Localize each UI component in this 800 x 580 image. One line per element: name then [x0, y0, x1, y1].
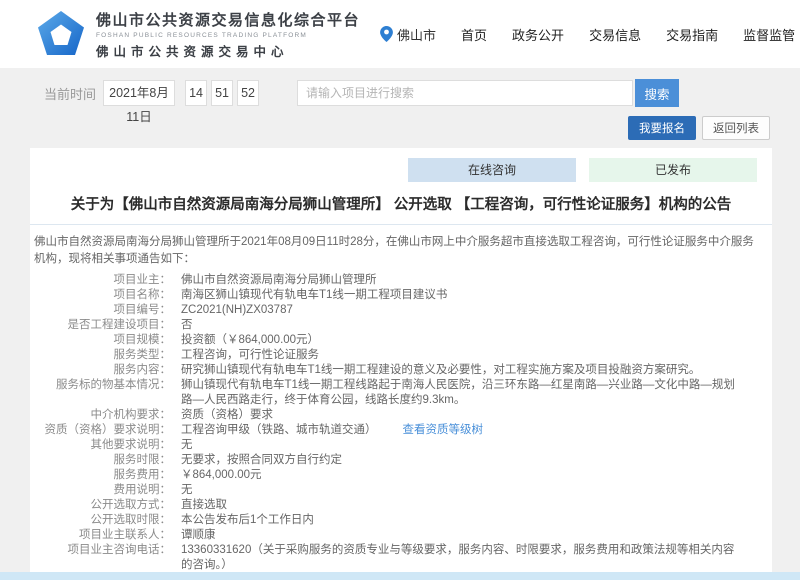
main-nav: 首页政务公开交易信息交易指南监督监管数据统计互动交流	[436, 25, 800, 44]
hour-box: 14	[185, 80, 207, 106]
field-value: 13360331620（关于采购服务的资质专业与等级要求，服务内容、时限要求，服…	[181, 543, 772, 573]
field-row: 服务标的物基本情况： 狮山镇现代有轨电车T1线一期工程线路起于南海人民医院，沿三环…	[30, 378, 772, 408]
field-label: 资质（资格）要求说明：	[30, 423, 171, 438]
brand-subtitle-en: FOSHAN PUBLIC RESOURCES TRADING PLATFORM	[96, 32, 360, 39]
field-label: 项目业主联系人：	[30, 528, 171, 543]
field-row: 中介机构要求： 资质（资格）要求	[30, 408, 772, 423]
field-label: 中介机构要求：	[30, 408, 171, 423]
field-label: 服务类型：	[30, 348, 171, 363]
field-label: 项目编号：	[30, 303, 171, 318]
field-label: 项目规模：	[30, 333, 171, 348]
field-row: 资质（资格）要求说明： 工程咨询甲级（铁路、城市轨道交通）查看资质等级树	[30, 423, 772, 438]
notice-intro: 佛山市自然资源局南海分局狮山管理所于2021年08月09日11时28分，在佛山市…	[34, 234, 764, 267]
field-label: 其他要求说明：	[30, 438, 171, 453]
field-row: 项目业主联系人： 谭顺康	[30, 528, 772, 543]
current-time-label: 当前时间	[44, 84, 96, 103]
field-row: 费用说明： 无	[30, 483, 772, 498]
city-selector[interactable]: 佛山市	[380, 25, 436, 44]
field-value: 佛山市自然资源局南海分局狮山管理所	[181, 273, 772, 288]
project-search-input[interactable]	[297, 80, 633, 106]
city-label: 佛山市	[397, 25, 436, 44]
brand-block: 佛山市公共资源交易信息化综合平台 FOSHAN PUBLIC RESOURCES…	[96, 9, 360, 60]
header: 佛山市公共资源交易信息化综合平台 FOSHAN PUBLIC RESOURCES…	[0, 0, 800, 68]
field-row: 其他要求说明： 无	[30, 438, 772, 453]
qualification-tree-link[interactable]: 查看资质等级树	[403, 424, 484, 436]
tab-published[interactable]: 已发布	[589, 158, 757, 182]
field-value: 投资额（￥864,000.00元）	[181, 333, 772, 348]
field-value: 无	[181, 438, 772, 453]
nav-item-0[interactable]: 首页	[461, 25, 487, 44]
field-label: 公开选取方式：	[30, 498, 171, 513]
notice-card: 在线咨询 已发布 关于为【佛山市自然资源局南海分局狮山管理所】 公开选取 【工程…	[30, 148, 772, 580]
field-value: ZC2021(NH)ZX03787	[181, 303, 772, 318]
field-value: 南海区狮山镇现代有轨电车T1线一期工程项目建议书	[181, 288, 772, 303]
field-row: 服务时限： 无要求，按照合同双方自行约定	[30, 453, 772, 468]
field-row: 项目业主咨询电话： 13360331620（关于采购服务的资质专业与等级要求，服务…	[30, 543, 772, 573]
field-row: 服务费用： ￥864,000.00元	[30, 468, 772, 483]
field-row: 项目规模： 投资额（￥864,000.00元）	[30, 333, 772, 348]
signup-button[interactable]: 我要报名	[628, 116, 696, 140]
title-divider	[30, 224, 772, 225]
field-value: ￥864,000.00元	[181, 468, 772, 483]
field-value: 无	[181, 483, 772, 498]
field-value: 谭顺康	[181, 528, 772, 543]
action-buttons: 我要报名 返回列表	[0, 116, 800, 140]
field-value: 资质（资格）要求	[181, 408, 772, 423]
field-row: 公开选取时限： 本公告发布后1个工作日内	[30, 513, 772, 528]
field-label: 公开选取时限：	[30, 513, 171, 528]
back-to-list-button[interactable]: 返回列表	[702, 116, 770, 140]
nav-item-4[interactable]: 监督监管	[743, 25, 795, 44]
field-label: 项目业主：	[30, 273, 171, 288]
notice-title: 关于为【佛山市自然资源局南海分局狮山管理所】 公开选取 【工程咨询，可行性论证服…	[30, 193, 772, 214]
field-label: 费用说明：	[30, 483, 171, 498]
field-label: 是否工程建设项目：	[30, 318, 171, 333]
field-row: 是否工程建设项目： 否	[30, 318, 772, 333]
page: 佛山市公共资源交易信息化综合平台 FOSHAN PUBLIC RESOURCES…	[0, 0, 800, 580]
time-search-toolbar: 当前时间 2021年8月11日 14 51 52 搜索	[0, 79, 800, 107]
field-value: 研究狮山镇现代有轨电车T1线一期工程建设的意义及必要性，对工程实施方案及项目投融…	[181, 363, 772, 378]
field-value: 本公告发布后1个工作日内	[181, 513, 772, 528]
nav-item-1[interactable]: 政务公开	[512, 25, 564, 44]
field-row: 服务内容： 研究狮山镇现代有轨电车T1线一期工程建设的意义及必要性，对工程实施方案…	[30, 363, 772, 378]
second-box: 52	[237, 80, 259, 106]
field-label: 服务费用：	[30, 468, 171, 483]
field-value: 否	[181, 318, 772, 333]
field-row: 服务类型： 工程咨询，可行性论证服务	[30, 348, 772, 363]
status-tabs: 在线咨询 已发布	[30, 148, 772, 182]
field-value: 工程咨询甲级（铁路、城市轨道交通）查看资质等级树	[181, 423, 772, 438]
field-label: 服务时限：	[30, 453, 171, 468]
location-pin-icon	[380, 26, 393, 42]
brand-title: 佛山市公共资源交易信息化综合平台	[96, 9, 360, 30]
field-row: 项目名称： 南海区狮山镇现代有轨电车T1线一期工程项目建议书	[30, 288, 772, 303]
field-value: 无要求，按照合同双方自行约定	[181, 453, 772, 468]
pentagon-logo-icon[interactable]	[36, 9, 86, 59]
field-value: 直接选取	[181, 498, 772, 513]
field-value: 狮山镇现代有轨电车T1线一期工程线路起于南海人民医院，沿三环东路—红星南路—兴业…	[181, 378, 772, 408]
field-label: 项目业主咨询电话：	[30, 543, 171, 573]
field-label: 服务标的物基本情况：	[30, 378, 171, 408]
field-row: 项目编号： ZC2021(NH)ZX03787	[30, 303, 772, 318]
field-label: 服务内容：	[30, 363, 171, 378]
field-row: 公开选取方式： 直接选取	[30, 498, 772, 513]
nav-item-2[interactable]: 交易信息	[589, 25, 641, 44]
field-label: 项目名称：	[30, 288, 171, 303]
field-row: 项目业主： 佛山市自然资源局南海分局狮山管理所	[30, 273, 772, 288]
minute-box: 51	[211, 80, 233, 106]
nav-item-3[interactable]: 交易指南	[666, 25, 718, 44]
tab-online-consult[interactable]: 在线咨询	[408, 158, 576, 182]
notice-fields: 项目业主： 佛山市自然资源局南海分局狮山管理所项目名称： 南海区狮山镇现代有轨电车T…	[30, 273, 772, 580]
field-value: 工程咨询，可行性论证服务	[181, 348, 772, 363]
date-box: 2021年8月11日	[103, 80, 175, 106]
search-button[interactable]: 搜索	[635, 79, 679, 107]
bottom-bar	[0, 572, 800, 580]
brand-subtitle-cn: 佛山市公共资源交易中心	[96, 41, 360, 60]
